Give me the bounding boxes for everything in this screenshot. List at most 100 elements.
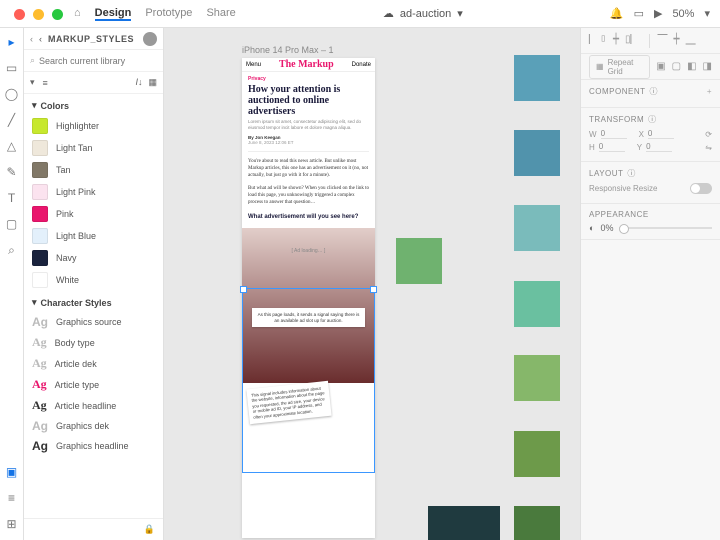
device-icon[interactable]: ▭: [634, 7, 644, 20]
sort-icon[interactable]: ≡: [43, 78, 48, 88]
plugins-icon[interactable]: ⊞: [4, 516, 20, 532]
doc-title[interactable]: ☁ ad-auction ▾: [236, 7, 610, 20]
list-view-icon[interactable]: I↓: [135, 77, 142, 88]
grid-view-icon[interactable]: ▦: [148, 77, 157, 88]
color-swatch-light-pink[interactable]: Light Pink: [24, 181, 163, 203]
play-icon[interactable]: ▶: [654, 7, 662, 20]
minimize-dot[interactable]: [33, 9, 44, 20]
maximize-dot[interactable]: [52, 9, 63, 20]
swatch-label: White: [56, 275, 79, 285]
chevron-left-icon[interactable]: ‹: [30, 34, 33, 44]
tool-zoom[interactable]: ⌕: [4, 242, 20, 258]
search-input[interactable]: [39, 56, 157, 66]
style-label: Article dek: [55, 359, 97, 369]
bool-sub-icon[interactable]: ▢: [672, 61, 681, 72]
color-swatch-highlighter[interactable]: Highlighter: [24, 115, 163, 137]
y-input[interactable]: [646, 142, 672, 152]
notification-icon[interactable]: 🔔: [610, 7, 624, 20]
close-dot[interactable]: [14, 9, 25, 20]
align-left-icon[interactable]: ⎸▯: [589, 34, 607, 48]
flip-icon[interactable]: ⇋: [705, 143, 712, 152]
top-bar: ⌂ Design Prototype Share ☁ ad-auction ▾ …: [0, 0, 720, 28]
color-swatch-light-blue[interactable]: Light Blue: [24, 225, 163, 247]
add-component-icon[interactable]: +: [707, 87, 712, 96]
info-icon[interactable]: ⓘ: [627, 168, 636, 179]
color-swatch-white[interactable]: White: [24, 269, 163, 291]
color-swatch-tan[interactable]: Tan: [24, 159, 163, 181]
char-style-graphics-headline[interactable]: AgGraphics headline: [24, 436, 163, 456]
color-swatch-pink[interactable]: Pink: [24, 203, 163, 225]
color-swatch-light-tan[interactable]: Light Tan: [24, 137, 163, 159]
canvas[interactable]: iPhone 14 Pro Max – 1 Menu The Markup Do…: [164, 28, 580, 540]
char-style-article-type[interactable]: AgArticle type: [24, 374, 163, 395]
style-label: Article type: [55, 380, 100, 390]
tool-rect[interactable]: ▭: [4, 60, 20, 76]
char-style-body-type[interactable]: AgBody type: [24, 332, 163, 353]
mockup-adloading: [ Ad loading… ]: [292, 248, 326, 254]
tab-share[interactable]: Share: [206, 7, 235, 21]
height-input[interactable]: [599, 142, 625, 152]
canvas-swatch[interactable]: [514, 205, 560, 251]
canvas-swatch[interactable]: [396, 238, 442, 284]
transform-section: TRANSFORMⓘ W X ⟳ H Y ⇋: [581, 108, 720, 162]
lock-icon[interactable]: 🔒: [144, 524, 155, 535]
rotate-icon[interactable]: ⟳: [705, 130, 712, 139]
panel-footer: 🔒: [24, 518, 163, 540]
info-icon[interactable]: ⓘ: [650, 86, 659, 97]
char-style-article-dek[interactable]: AgArticle dek: [24, 353, 163, 374]
opacity-slider[interactable]: [619, 227, 712, 229]
width-input[interactable]: [601, 129, 627, 139]
tool-line[interactable]: ╱: [4, 112, 20, 128]
component-section: COMPONENTⓘ+: [581, 80, 720, 108]
zoom-level[interactable]: 50%: [672, 8, 694, 20]
avatar[interactable]: [143, 32, 157, 46]
color-swatch-navy[interactable]: Navy: [24, 247, 163, 269]
char-style-graphics-dek[interactable]: AgGraphics dek: [24, 416, 163, 436]
layers-icon[interactable]: ≡: [4, 490, 20, 506]
styles-section-header[interactable]: ▾Character Styles: [24, 291, 163, 312]
tab-prototype[interactable]: Prototype: [145, 7, 192, 21]
artboard[interactable]: Menu The Markup Donate Privacy How your …: [242, 58, 375, 538]
library-icon[interactable]: ▣: [4, 464, 20, 480]
toolbar: ▸ ▭ ◯ ╱ △ ✎ T ▢ ⌕ ▣ ≡ ⊞: [0, 28, 24, 540]
info-icon[interactable]: ⓘ: [648, 114, 657, 125]
char-style-article-headline[interactable]: AgArticle headline: [24, 395, 163, 416]
tool-triangle[interactable]: △: [4, 138, 20, 154]
canvas-swatch[interactable]: [514, 281, 560, 327]
tool-text[interactable]: T: [4, 190, 20, 206]
tool-ellipse[interactable]: ◯: [4, 86, 20, 102]
search-icon: ⌕: [30, 55, 35, 66]
canvas-swatch[interactable]: [514, 506, 560, 540]
canvas-swatch[interactable]: [428, 506, 500, 540]
chevron-down-icon[interactable]: ▾: [704, 7, 710, 20]
responsive-toggle[interactable]: [690, 183, 712, 194]
colors-section-header[interactable]: ▾Colors: [24, 94, 163, 115]
canvas-swatch[interactable]: [514, 355, 560, 401]
align-right-icon[interactable]: ▯⎸: [625, 34, 641, 48]
canvas-swatch[interactable]: [514, 431, 560, 477]
canvas-swatch[interactable]: [514, 55, 560, 101]
swatch-label: Navy: [56, 253, 77, 263]
chevron-left-icon[interactable]: ‹: [39, 34, 42, 44]
x-input[interactable]: [648, 129, 674, 139]
align-vcenter-icon[interactable]: ┿: [674, 34, 680, 48]
tool-pen[interactable]: ✎: [4, 164, 20, 180]
home-icon[interactable]: ⌂: [74, 7, 81, 21]
swatch-icon: [32, 184, 48, 200]
top-tabs: ⌂ Design Prototype Share: [74, 7, 236, 21]
filter-icon[interactable]: ▾: [30, 77, 35, 88]
repeat-grid-button[interactable]: ▦Repeat Grid: [589, 55, 650, 79]
tool-artboard[interactable]: ▢: [4, 216, 20, 232]
char-style-graphics-source[interactable]: AgGraphics source: [24, 312, 163, 332]
bool-exc-icon[interactable]: ◨: [703, 61, 712, 72]
align-bottom-icon[interactable]: ⎽: [686, 34, 696, 48]
tool-select[interactable]: ▸: [4, 34, 20, 50]
artboard-label[interactable]: iPhone 14 Pro Max – 1: [242, 45, 334, 55]
tab-design[interactable]: Design: [95, 7, 132, 21]
align-top-icon[interactable]: ⎺: [658, 34, 668, 48]
bool-add-icon[interactable]: ▣: [656, 61, 665, 72]
swatch-icon: [32, 272, 48, 288]
align-hcenter-icon[interactable]: ┿: [613, 34, 619, 48]
canvas-swatch[interactable]: [514, 130, 560, 176]
bool-int-icon[interactable]: ◧: [687, 61, 696, 72]
